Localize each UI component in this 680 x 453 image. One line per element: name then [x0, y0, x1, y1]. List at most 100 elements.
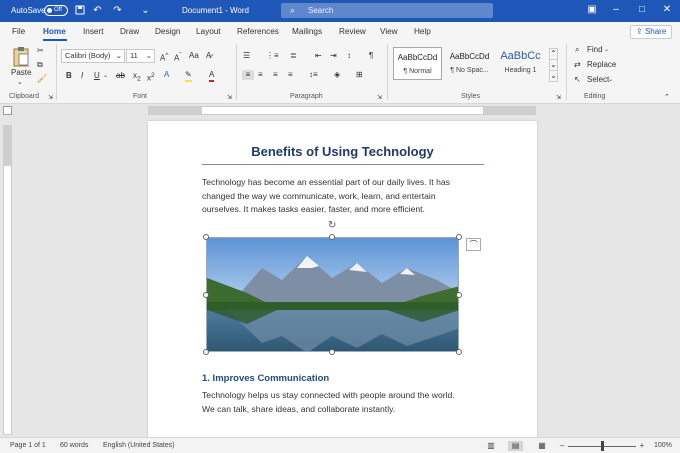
clipboard-launcher-icon[interactable]: ⇲: [48, 93, 53, 103]
redo-icon[interactable]: ↷: [112, 5, 123, 16]
section-heading[interactable]: 1. Improves Communication: [202, 373, 329, 384]
resize-handle-bottom-left[interactable]: [203, 349, 209, 355]
page-count[interactable]: Page 1 of 1: [10, 442, 46, 449]
zoom-in-icon[interactable]: +: [636, 441, 648, 451]
shading-icon[interactable]: ◈: [334, 70, 340, 80]
underline-dropdown-icon[interactable]: ⌄: [103, 71, 108, 81]
highlight-icon[interactable]: ✎: [185, 70, 192, 82]
multilevel-list-icon[interactable]: ≣: [290, 51, 297, 61]
line-spacing-icon[interactable]: ↕≡: [309, 70, 318, 80]
cut-icon[interactable]: ✂: [37, 46, 44, 56]
tab-view[interactable]: View: [380, 27, 398, 36]
superscript-button[interactable]: x2: [147, 71, 155, 84]
word-count[interactable]: 60 words: [60, 442, 88, 449]
close-button[interactable]: ✕: [661, 4, 673, 16]
tab-draw[interactable]: Draw: [120, 27, 139, 36]
share-button[interactable]: ⇪ Share: [630, 25, 672, 39]
strikethrough-button[interactable]: ab: [116, 71, 125, 81]
tab-insert[interactable]: Insert: [83, 27, 103, 36]
font-name-select[interactable]: Calibri (Body) ⌄: [61, 49, 125, 63]
tab-layout[interactable]: Layout: [196, 27, 221, 36]
font-size-select[interactable]: 11 ⌄: [126, 49, 155, 63]
replace-icon[interactable]: ⇄: [574, 60, 581, 70]
resize-handle-bottom-right[interactable]: [456, 349, 462, 355]
maximize-button[interactable]: □: [636, 4, 648, 16]
borders-icon[interactable]: ⊞: [356, 70, 363, 80]
format-painter-icon[interactable]: 🖌: [37, 74, 47, 84]
tab-design[interactable]: Design: [155, 27, 181, 36]
select-dropdown-icon[interactable]: ⌄: [608, 75, 613, 85]
zoom-level[interactable]: 100%: [654, 442, 672, 449]
paste-icon[interactable]: [10, 46, 32, 68]
style-no-spacing[interactable]: AaBbCcDd ¶ No Spac...: [445, 47, 494, 80]
select-icon[interactable]: ↖: [574, 75, 581, 85]
tab-file[interactable]: File: [12, 27, 25, 36]
zoom-out-icon[interactable]: –: [556, 441, 568, 451]
paste-dropdown-icon[interactable]: ⌄: [17, 78, 23, 88]
styles-launcher-icon[interactable]: ⇲: [556, 93, 561, 103]
tab-references[interactable]: References: [237, 27, 279, 36]
align-right-icon[interactable]: ≡: [273, 70, 278, 80]
italic-button[interactable]: I: [81, 71, 83, 81]
paste-label[interactable]: Paste: [11, 68, 31, 78]
numbering-icon[interactable]: ⋮≡: [266, 51, 279, 61]
show-formatting-icon[interactable]: ¶: [369, 51, 373, 61]
shrink-font-icon[interactable]: Aˇ: [174, 51, 182, 64]
paragraph-launcher-icon[interactable]: ⇲: [377, 93, 382, 103]
replace-label[interactable]: Replace: [587, 60, 616, 70]
resize-handle-top-left[interactable]: [203, 234, 209, 240]
landscape-image[interactable]: [206, 237, 459, 352]
intro-paragraph[interactable]: Technology has become an essential part …: [202, 176, 450, 217]
web-layout-icon[interactable]: ▦: [536, 441, 548, 451]
zoom-slider-thumb[interactable]: [601, 441, 604, 451]
document-page[interactable]: Benefits of Using Technology Technology …: [148, 121, 537, 437]
bullets-icon[interactable]: ☰: [243, 51, 250, 61]
font-color-icon[interactable]: A: [209, 70, 215, 82]
style-heading-1[interactable]: AaBbCc Heading 1: [496, 47, 545, 80]
font-launcher-icon[interactable]: ⇲: [227, 93, 232, 103]
save-icon[interactable]: [74, 5, 85, 16]
find-icon[interactable]: ⌕: [575, 45, 579, 55]
collapse-ribbon-icon[interactable]: ⌃: [664, 93, 670, 103]
ribbon-display-icon[interactable]: ▣: [586, 4, 598, 16]
sort-icon[interactable]: ↕: [347, 51, 351, 61]
autosave-toggle[interactable]: Off: [44, 5, 68, 16]
vertical-ruler[interactable]: [3, 125, 12, 435]
resize-handle-left[interactable]: [203, 292, 209, 298]
bold-button[interactable]: B: [66, 71, 72, 81]
tab-review[interactable]: Review: [339, 27, 366, 36]
justify-icon[interactable]: ≡: [288, 70, 293, 80]
resize-handle-top[interactable]: [329, 234, 335, 240]
change-case-icon[interactable]: Aa: [189, 51, 199, 61]
decrease-indent-icon[interactable]: ⇤: [315, 51, 322, 61]
rotate-handle-icon[interactable]: ↻: [328, 221, 338, 231]
tab-mailings[interactable]: Mailings: [292, 27, 322, 36]
find-label[interactable]: Find: [587, 45, 603, 55]
tab-home[interactable]: Home: [43, 27, 66, 36]
section-paragraph[interactable]: Technology helps us stay connected with …: [202, 389, 455, 416]
read-mode-icon[interactable]: ▥: [485, 441, 497, 451]
underline-button[interactable]: U: [94, 71, 100, 81]
print-layout-icon[interactable]: ▤: [508, 441, 523, 451]
copy-icon[interactable]: ⧉: [37, 60, 43, 70]
customize-toolbar-icon[interactable]: ⌄: [140, 5, 151, 16]
style-normal[interactable]: AaBbCcDd ¶ Normal: [393, 47, 442, 80]
resize-handle-top-right[interactable]: [456, 234, 462, 240]
subscript-button[interactable]: x2: [133, 71, 141, 85]
minimize-button[interactable]: –: [610, 4, 622, 16]
align-center-icon[interactable]: ≡: [258, 70, 263, 80]
tab-selector[interactable]: [3, 106, 12, 115]
document-heading[interactable]: Benefits of Using Technology: [148, 144, 537, 159]
undo-icon[interactable]: ↶: [92, 5, 103, 16]
grow-font-icon[interactable]: A^: [160, 51, 168, 64]
resize-handle-right[interactable]: [456, 292, 462, 298]
layout-options-icon[interactable]: ⌒: [466, 238, 481, 251]
horizontal-ruler[interactable]: [148, 106, 536, 115]
language-indicator[interactable]: English (United States): [103, 442, 175, 449]
increase-indent-icon[interactable]: ⇥: [330, 51, 337, 61]
select-label[interactable]: Select: [587, 75, 609, 85]
align-left-icon[interactable]: ≡: [242, 70, 254, 80]
text-effects-icon[interactable]: A: [164, 70, 169, 80]
styles-more-icon[interactable]: ⌄: [549, 70, 558, 82]
clear-formatting-icon[interactable]: A̷: [206, 51, 211, 61]
